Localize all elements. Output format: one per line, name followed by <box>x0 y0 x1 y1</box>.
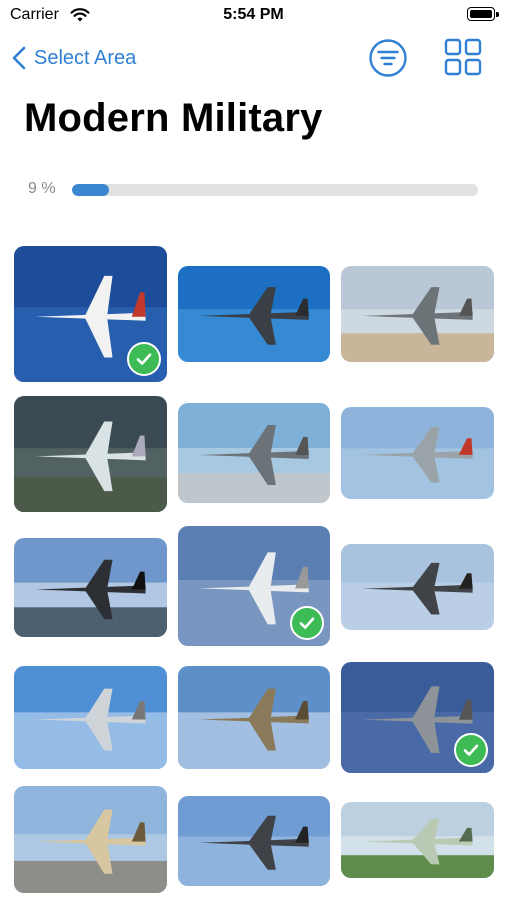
aircraft-tile[interactable] <box>14 786 167 893</box>
aircraft-grid <box>0 0 507 900</box>
aircraft-photo <box>341 544 494 630</box>
aircraft-tile[interactable] <box>178 666 330 769</box>
aircraft-tile[interactable] <box>341 407 494 499</box>
aircraft-tile[interactable] <box>178 526 330 646</box>
aircraft-photo <box>341 266 494 362</box>
aircraft-tile[interactable] <box>178 796 330 886</box>
aircraft-photo <box>14 666 167 769</box>
aircraft-photo <box>341 802 494 878</box>
aircraft-photo <box>178 403 330 503</box>
aircraft-tile[interactable] <box>341 662 494 773</box>
aircraft-tile[interactable] <box>341 544 494 630</box>
aircraft-tile[interactable] <box>178 266 330 362</box>
aircraft-photo <box>341 407 494 499</box>
aircraft-tile[interactable] <box>341 802 494 878</box>
aircraft-photo <box>178 266 330 362</box>
aircraft-tile[interactable] <box>341 266 494 362</box>
checkmark-icon <box>290 606 324 640</box>
checkmark-icon <box>127 342 161 376</box>
aircraft-tile[interactable] <box>14 666 167 769</box>
checkmark-icon <box>454 733 488 767</box>
aircraft-tile[interactable] <box>14 538 167 637</box>
aircraft-photo <box>178 796 330 886</box>
aircraft-photo <box>14 786 167 893</box>
aircraft-photo <box>14 396 167 512</box>
aircraft-tile[interactable] <box>14 246 167 382</box>
aircraft-tile[interactable] <box>14 396 167 512</box>
aircraft-photo <box>178 666 330 769</box>
aircraft-tile[interactable] <box>178 403 330 503</box>
aircraft-photo <box>14 538 167 637</box>
